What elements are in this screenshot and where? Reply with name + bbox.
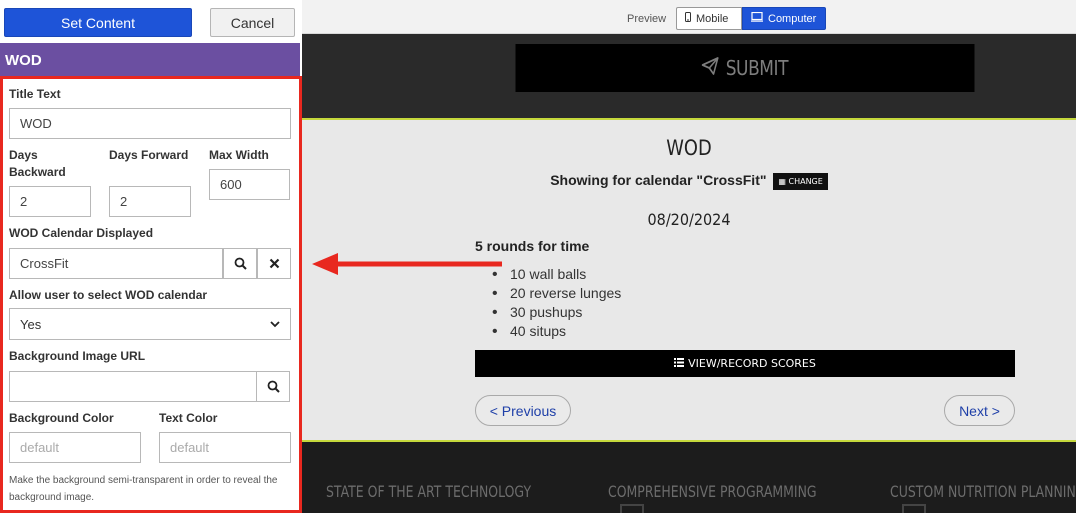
max-width-input[interactable] <box>209 169 290 200</box>
submit-button[interactable]: SUBMIT <box>515 44 975 92</box>
close-icon <box>269 258 279 269</box>
wod-widget: WOD Showing for calendar "CrossFit" ▦ CH… <box>302 122 1076 440</box>
submit-section: SUBMIT <box>302 34 1076 120</box>
wod-calendar-label: WOD Calendar Displayed <box>9 226 154 240</box>
allow-select-value: Yes <box>20 316 42 332</box>
list-icon <box>674 357 685 370</box>
preview-label: Preview <box>627 13 667 25</box>
days-forward-input[interactable] <box>109 186 191 217</box>
days-backward-label: Days Backward <box>9 148 66 179</box>
scores-label: VIEW/RECORD SCORES <box>688 357 816 370</box>
mobile-toggle[interactable]: Mobile <box>676 7 742 30</box>
computer-toggle-label: Computer <box>768 12 817 25</box>
submit-label: SUBMIT <box>725 56 789 80</box>
wod-calendar-input[interactable] <box>9 248 223 279</box>
list-item: 10 wall balls <box>492 265 621 284</box>
text-color-input[interactable] <box>159 432 291 463</box>
preview-toolbar: Preview Mobile Computer <box>302 0 1076 34</box>
background-image-label: Background Image URL <box>9 349 146 363</box>
list-item: 40 situps <box>492 322 621 341</box>
previous-button[interactable]: < Previous <box>475 395 571 426</box>
days-forward-label: Days Forward <box>109 148 189 162</box>
background-color-input[interactable] <box>9 432 141 463</box>
desktop-icon <box>751 11 763 25</box>
wod-date: 08/20/2024 <box>647 210 731 229</box>
pointer-arrow-icon <box>312 253 502 275</box>
background-image-input[interactable] <box>9 371 257 402</box>
list-item: 20 reverse lunges <box>492 284 621 303</box>
search-icon <box>234 257 247 270</box>
feature-nutrition: CUSTOM NUTRITION PLANNING <box>890 482 1076 501</box>
chevron-down-icon <box>270 321 280 328</box>
list-item: 30 pushups <box>492 303 621 322</box>
title-text-input[interactable] <box>9 108 291 139</box>
text-color-label: Text Color <box>159 411 218 425</box>
calendar-search-button[interactable] <box>223 248 257 279</box>
feature-programming-icon <box>620 504 644 513</box>
paper-plane-icon <box>701 56 719 80</box>
wod-title: WOD <box>666 136 712 160</box>
title-text-label: Title Text <box>9 87 61 101</box>
computer-toggle[interactable]: Computer <box>742 7 826 30</box>
change-label: CHANGE <box>788 176 823 186</box>
feature-nutrition-icon <box>902 504 926 513</box>
set-content-button[interactable]: Set Content <box>4 8 192 37</box>
feature-technology: STATE OF THE ART TECHNOLOGY <box>326 482 532 501</box>
allow-select-label: Allow user to select WOD calendar <box>9 288 208 302</box>
help-text: Make the background semi-transparent in … <box>9 475 278 503</box>
settings-panel: Set Content Cancel WOD Title Text Days B… <box>0 0 302 513</box>
max-width-label: Max Width <box>209 148 269 162</box>
next-button[interactable]: Next > <box>944 395 1015 426</box>
search-icon <box>267 380 280 393</box>
allow-select-dropdown[interactable]: Yes <box>9 308 291 340</box>
calendar-line-text: Showing for calendar "CrossFit" <box>550 172 767 188</box>
days-backward-input[interactable] <box>9 186 91 217</box>
background-image-search-button[interactable] <box>256 371 290 402</box>
cancel-button[interactable]: Cancel <box>210 8 295 37</box>
workout-list: 10 wall balls 20 reverse lunges 30 pushu… <box>492 265 621 341</box>
calendar-icon: ▦ <box>778 176 786 186</box>
background-color-label: Background Color <box>9 411 114 425</box>
feature-programming: COMPREHENSIVE PROGRAMMING <box>608 482 817 501</box>
change-calendar-button[interactable]: ▦ CHANGE <box>773 172 828 190</box>
calendar-line: Showing for calendar "CrossFit" ▦ CHANGE <box>302 172 1076 190</box>
features-footer: STATE OF THE ART TECHNOLOGY COMPREHENSIV… <box>302 440 1076 513</box>
calendar-clear-button[interactable] <box>257 248 291 279</box>
panel-title: WOD <box>0 43 300 76</box>
view-record-scores-button[interactable]: VIEW/RECORD SCORES <box>475 350 1015 377</box>
mobile-icon <box>685 12 691 25</box>
mobile-toggle-label: Mobile <box>696 12 729 25</box>
